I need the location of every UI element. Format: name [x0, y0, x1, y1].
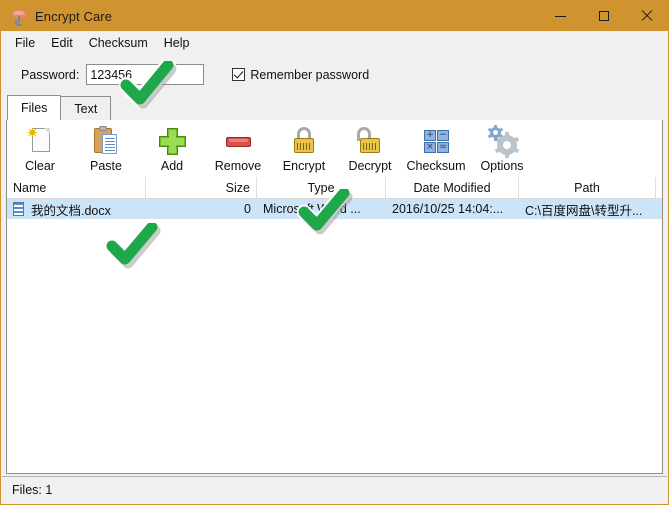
clear-page-icon: ✷: [24, 125, 56, 157]
cell-name-text: 我的文档.docx: [31, 203, 111, 218]
encrypt-button-label: Encrypt: [282, 159, 326, 173]
menu-item-edit[interactable]: Edit: [43, 33, 81, 53]
column-header-size[interactable]: Size: [146, 177, 257, 198]
menu-item-help[interactable]: Help: [156, 33, 198, 53]
umbrella-icon: [11, 8, 27, 26]
decrypt-button-label: Decrypt: [348, 159, 392, 173]
gear-icon: [486, 125, 520, 158]
file-list-body: 我的文档.docx 0 Microsoft Word ... 2016/10/2…: [7, 199, 662, 473]
open-padlock-icon: [354, 125, 386, 157]
file-list: Name Size Type Date Modified Path 我的文档.d…: [7, 177, 662, 473]
word-document-icon: [13, 202, 26, 216]
closed-padlock-icon: [288, 125, 320, 157]
remove-button[interactable]: Remove: [205, 125, 271, 173]
options-button-label: Options: [480, 159, 524, 173]
menu-item-file[interactable]: File: [7, 33, 43, 53]
status-text: Files: 1: [12, 483, 53, 497]
close-button[interactable]: [625, 1, 668, 31]
clear-button-label: Clear: [25, 159, 55, 173]
column-header-path[interactable]: Path: [519, 177, 656, 198]
checksum-button-label: Checksum: [406, 159, 466, 173]
checkbox-box[interactable]: [232, 68, 246, 81]
add-button[interactable]: Add: [139, 125, 205, 173]
toolbar: ✷ Clear Paste Add Remove Encrypt Decrypt…: [7, 120, 662, 182]
password-label: Password:: [21, 67, 80, 82]
tab-strip: Files Text: [1, 95, 668, 120]
cell-type: Microsoft Word ...: [263, 202, 361, 216]
red-minus-icon: [222, 125, 254, 157]
column-header-date-modified[interactable]: Date Modified: [386, 177, 519, 198]
window-title: Encrypt Care: [35, 8, 113, 24]
encrypt-button[interactable]: Encrypt: [271, 125, 337, 173]
password-row: Password: Remember password: [1, 54, 668, 95]
column-header-name[interactable]: Name: [7, 177, 146, 198]
calculator-icon: + − × =: [420, 125, 452, 157]
minimize-button[interactable]: [539, 1, 582, 31]
decrypt-button[interactable]: Decrypt: [337, 125, 403, 173]
options-button[interactable]: Options: [469, 125, 535, 173]
maximize-button[interactable]: [582, 1, 625, 31]
password-input[interactable]: [86, 64, 205, 85]
clipboard-paste-icon: [90, 125, 122, 157]
paste-button-label: Paste: [90, 159, 122, 173]
remove-button-label: Remove: [214, 159, 262, 173]
status-bar: Files: 1: [2, 476, 667, 503]
title-bar: Encrypt Care: [1, 1, 668, 31]
menu-bar: File Edit Checksum Help: [1, 31, 668, 54]
window-controls: [539, 1, 668, 31]
cell-date-modified: 2016/10/25 14:04:...: [392, 202, 504, 216]
app-window: Encrypt Care File Edit Checksum Help Pas…: [0, 0, 669, 505]
cell-size: 0: [244, 202, 251, 216]
paste-button[interactable]: Paste: [73, 125, 139, 173]
green-plus-icon: [156, 125, 188, 157]
column-header-type[interactable]: Type: [257, 177, 386, 198]
table-row[interactable]: 我的文档.docx 0 Microsoft Word ... 2016/10/2…: [7, 199, 662, 219]
cell-name: 我的文档.docx: [7, 199, 146, 219]
remember-password-checkbox[interactable]: Remember password: [232, 68, 369, 82]
menu-item-checksum[interactable]: Checksum: [81, 33, 156, 53]
file-list-header: Name Size Type Date Modified Path: [7, 177, 662, 199]
checksum-button[interactable]: + − × = Checksum: [403, 125, 469, 173]
clear-button[interactable]: ✷ Clear: [7, 125, 73, 174]
tab-text[interactable]: Text: [60, 96, 112, 120]
cell-path: C:\百度网盘\转型升...: [525, 203, 643, 218]
remember-password-label: Remember password: [250, 67, 370, 82]
add-button-label: Add: [160, 159, 184, 173]
tab-files[interactable]: Files: [7, 95, 62, 120]
files-tab-panel: ✷ Clear Paste Add Remove Encrypt Decrypt…: [6, 119, 663, 474]
